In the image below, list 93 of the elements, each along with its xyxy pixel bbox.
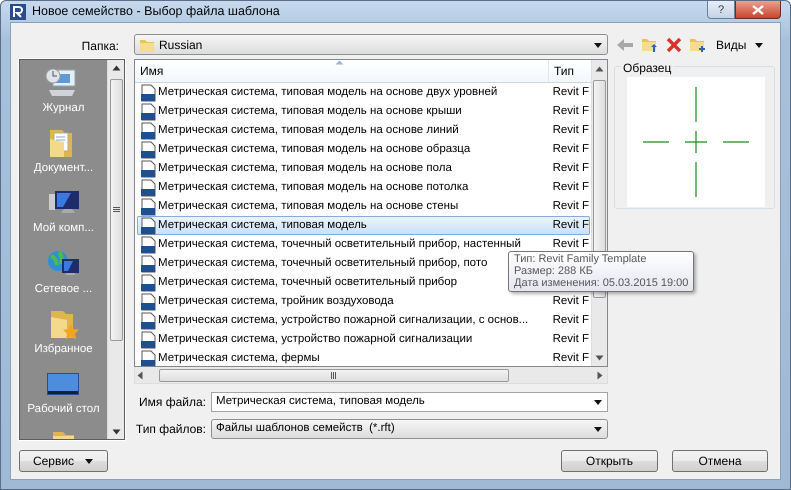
folder-up-icon[interactable] — [641, 36, 659, 53]
template-file-icon — [140, 140, 156, 158]
tooltip-text: Размер: 288 КБ — [514, 265, 594, 277]
close-button[interactable] — [735, 1, 781, 19]
delete-icon[interactable] — [666, 36, 682, 52]
file-type-dropdown[interactable]: Файлы шаблонов семейств (*.rft) — [211, 419, 608, 439]
template-file-icon — [140, 254, 156, 272]
file-row[interactable]: Метрическая система, фермы Revit F — [137, 349, 590, 366]
file-name: Метрическая система, типовая модель на основе стены — [158, 198, 458, 214]
file-name-field[interactable]: Метрическая система, типовая модель — [211, 392, 608, 412]
file-name: Метрическая система, типовая модель на основе потолка — [158, 180, 468, 195]
file-name: Метрическая система, точечный осветительный прибор, пото — [158, 256, 488, 271]
folder-label: Папка: — [80, 38, 120, 55]
grip-icon — [112, 207, 120, 213]
file-type: Revit F — [552, 180, 589, 195]
file-type: Revit F — [552, 198, 589, 214]
file-type: Revit F — [552, 84, 589, 100]
cancel-button[interactable]: Отмена — [672, 450, 768, 472]
file-type-label: Тип файлов: — [134, 421, 207, 438]
file-type: Revit F — [552, 294, 589, 309]
file-row[interactable]: Метрическая система, точечный осветительный прибор, настенный Revit F — [137, 235, 590, 254]
file-type: Revit F — [552, 350, 589, 366]
file-name: Метрическая система, тройник воздуховода — [158, 294, 394, 309]
scroll-down-icon — [595, 355, 604, 361]
file-name: Метрическая система, типовая модель на основе линий — [158, 122, 459, 138]
file-name: Метрическая система, точечный осветительный прибор — [158, 274, 458, 290]
template-file-icon — [140, 102, 156, 120]
file-row[interactable]: Метрическая система, тройник воздуховода Revit F — [137, 292, 590, 311]
file-row[interactable]: Метрическая система, типовая модель на основе потолка Revit F — [137, 178, 590, 197]
file-row[interactable]: Метрическая система, типовая модель на основе двух уровней Revit F — [137, 83, 590, 102]
scroll-up-icon — [112, 65, 120, 71]
template-file-icon — [140, 198, 156, 216]
new-folder-icon[interactable] — [689, 36, 707, 53]
template-file-icon — [140, 236, 156, 254]
grip-icon — [331, 372, 337, 378]
scrollbar[interactable] — [107, 60, 124, 439]
caret-icon — [593, 40, 603, 48]
template-file-icon — [140, 178, 156, 196]
file-name: Метрическая система, типовая модель на основе крыши — [158, 104, 462, 119]
file-name: Метрическая система, фермы — [158, 350, 320, 366]
scroll-left-icon — [137, 370, 143, 380]
caret-icon — [84, 457, 94, 465]
template-file-icon — [140, 216, 156, 234]
file-name: Метрическая система, устройство пожарной сигнализации, с основ... — [158, 312, 528, 328]
template-file-icon — [140, 84, 156, 102]
file-type: Revit F — [552, 218, 589, 233]
template-file-icon — [140, 312, 156, 330]
template-file-icon — [140, 330, 156, 348]
file-row[interactable]: Метрическая система, устройство пожарной сигнализации Revit F — [137, 330, 590, 349]
file-row[interactable]: Метрическая система, типовая модель Revit F — [137, 216, 590, 235]
file-row[interactable]: Метрическая система, устройство пожарной сигнализации, с основ... Revit F — [137, 311, 590, 330]
column-header[interactable]: Тип — [549, 60, 580, 82]
caret-icon — [593, 398, 603, 406]
scrollbar[interactable] — [134, 367, 608, 384]
file-name: Метрическая система, точечный осветительный прибор, настенный — [158, 236, 521, 252]
scroll-down-icon — [112, 429, 120, 435]
tooltip-text: Дата изменения: 05.03.2015 19:00 — [514, 277, 688, 289]
file-row[interactable]: Метрическая система, типовая модель на основе крыши Revit F — [137, 102, 590, 121]
file-type: Revit F — [552, 160, 589, 176]
template-file-icon — [140, 160, 156, 178]
file-type: Revit F — [552, 104, 589, 119]
file-type: Revit F — [552, 122, 589, 138]
close-icon — [752, 4, 764, 14]
file-row[interactable]: Метрическая система, типовая модель на основе образца Revit F — [137, 140, 590, 159]
app-icon — [10, 4, 26, 20]
open-button[interactable]: Открыть — [561, 450, 658, 472]
file-name: Метрическая система, устройство пожарной сигнализации — [158, 332, 472, 347]
file-row[interactable]: Метрическая система, типовая модель на основе стены Revit F — [137, 197, 590, 216]
views-button[interactable]: Виды — [714, 36, 766, 54]
caret-icon — [593, 425, 603, 433]
template-file-icon — [140, 274, 156, 292]
file-name: Метрическая система, типовая модель на основе образца — [158, 142, 470, 157]
file-name: Метрическая система, типовая модель на основе пола — [158, 160, 452, 176]
template-file-icon — [140, 122, 156, 140]
folder-dropdown[interactable]: Russian — [134, 34, 608, 55]
scroll-up-icon — [595, 66, 604, 72]
file-type: Revit F — [552, 312, 589, 328]
file-name: Метрическая система, типовая модель на основе двух уровней — [158, 84, 498, 100]
caret-icon — [754, 40, 764, 48]
tools-button[interactable]: Сервис — [19, 450, 108, 472]
file-name-label: Имя файла: — [138, 394, 207, 411]
template-file-icon — [140, 292, 156, 310]
window-title: Новое семейство - Выбор файла шаблона — [32, 3, 280, 20]
file-type: Revit F — [552, 236, 589, 252]
file-name: Метрическая система, типовая модель — [158, 218, 367, 233]
sort-arrow-icon — [335, 60, 344, 65]
file-type: Revit F — [552, 142, 589, 157]
file-row[interactable]: Метрическая система, типовая модель на основе линий Revit F — [137, 121, 590, 140]
file-type: Revit F — [552, 332, 589, 347]
file-row[interactable]: Метрическая система, типовая модель на основе пола Revit F — [137, 159, 590, 178]
scroll-right-icon — [597, 370, 603, 380]
help-button[interactable]: ? — [707, 1, 735, 19]
tooltip-text: Тип: Revit Family Template — [514, 253, 648, 265]
